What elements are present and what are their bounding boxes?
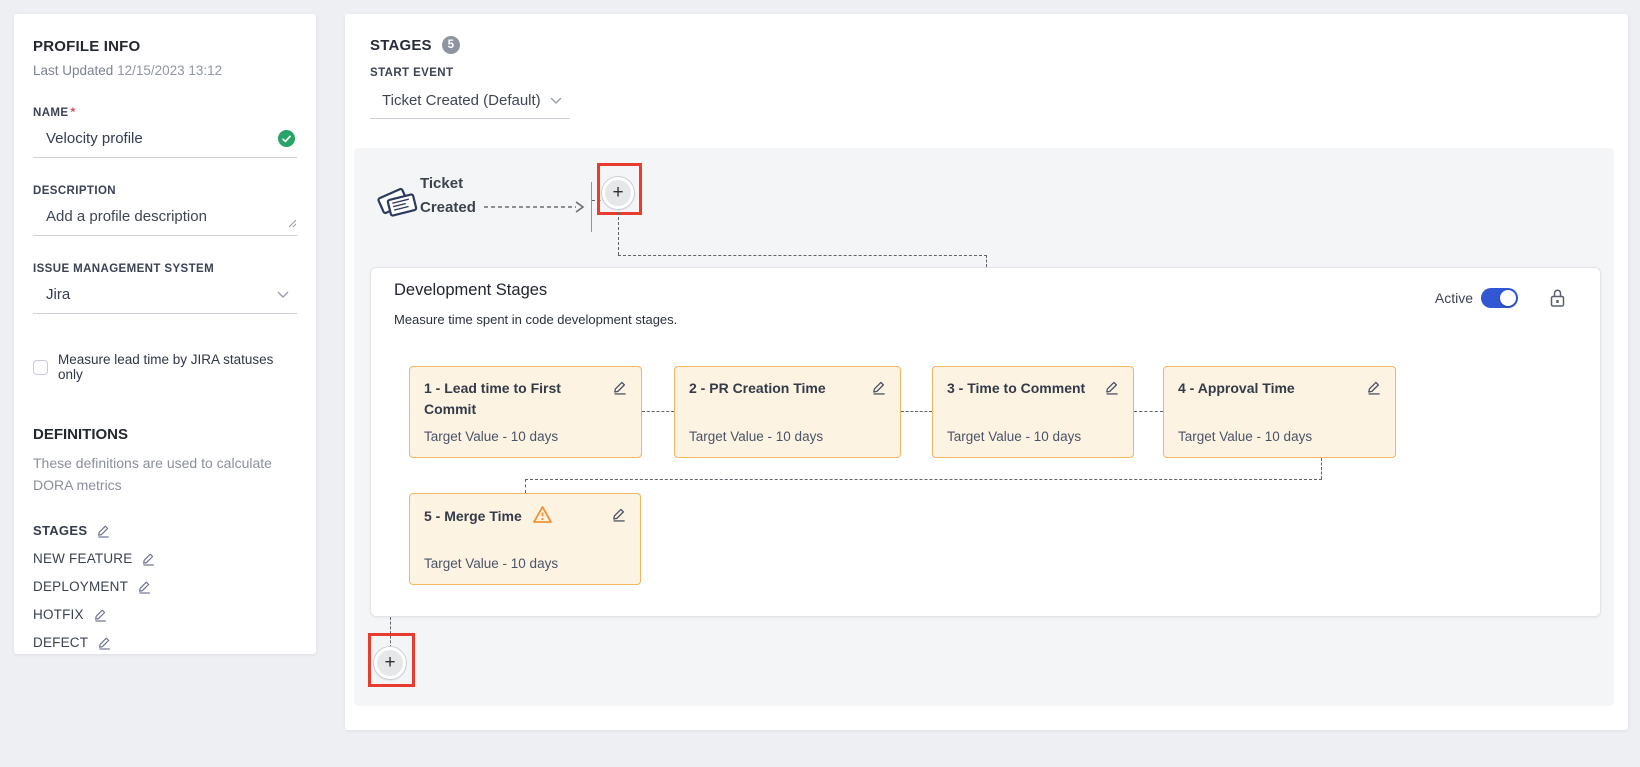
toggle-knob [1500,290,1516,306]
connector [525,479,1322,480]
start-event-value: Ticket Created (Default) [382,92,541,109]
definition-item: DEPLOYMENT [33,579,297,594]
warning-icon [532,511,553,527]
lock-icon[interactable] [1549,288,1566,308]
connector [390,617,391,648]
definition-item-label: DEFECT [33,635,88,650]
stage-name: 1 - Lead time to First Commit [424,380,561,417]
definition-item: HOTFIX [33,607,297,622]
edit-new-feature-button[interactable] [141,551,156,566]
stage-card[interactable]: 3 - Time to Comment Target Value - 10 da… [932,366,1134,458]
start-event-label: START EVENT [370,67,570,79]
dev-card-subtitle: Measure time spent in code development s… [394,312,677,327]
edit-hotfix-button[interactable] [93,607,108,622]
definition-item: NEW FEATURE [33,551,297,566]
description-label: DESCRIPTION [33,185,297,197]
chevron-down-icon [550,92,562,109]
definition-item: DEFECT [33,635,297,650]
active-toggle[interactable] [1481,288,1518,308]
definitions-subtitle: These definitions are used to calculate … [33,452,285,496]
last-updated: Last Updated 12/15/2023 13:12 [33,63,297,78]
tickets-icon [377,180,419,231]
definition-item-label: DEPLOYMENT [33,579,128,594]
start-event-select[interactable]: Ticket Created (Default) [370,86,570,119]
start-node-label: Ticket Created [420,172,476,220]
flow-arrow-icon [484,201,586,213]
connector [525,479,526,493]
flow-divider-line [591,182,592,232]
add-stage-button-bottom[interactable]: + [374,647,406,679]
lead-time-checkbox-row: Measure lead time by JIRA statuses only [33,352,297,382]
active-label: Active [1435,290,1473,306]
required-asterisk: * [70,105,75,119]
definitions-stages-row: STAGES [33,523,297,538]
connector [901,411,932,412]
stage-target: Target Value - 10 days [1178,429,1382,444]
stage-name: 5 - Merge Time [424,508,522,524]
edit-stage-button[interactable] [1366,379,1382,398]
dev-card-title: Development Stages [394,281,677,300]
stages-header: STAGES 5 START EVENT Ticket Created (Def… [370,36,570,119]
stage-target: Target Value - 10 days [424,556,627,571]
name-field [33,121,297,158]
last-updated-value: 12/15/2023 13:12 [117,63,222,78]
stage-name: 4 - Approval Time [1178,380,1295,396]
edit-stages-button[interactable] [96,523,111,538]
stage-card[interactable]: 2 - PR Creation Time Target Value - 10 d… [674,366,901,458]
profile-info-panel: PROFILE INFO Last Updated 12/15/2023 13:… [14,14,316,654]
connector [1321,458,1322,479]
edit-stage-button[interactable] [1104,379,1120,398]
connector [1134,411,1163,412]
ims-label: ISSUE MANAGEMENT SYSTEM [33,263,297,275]
development-stages-card: Development Stages Measure time spent in… [370,267,1601,617]
definition-item-label: NEW FEATURE [33,551,132,566]
connector [986,255,987,267]
chevron-down-icon [277,286,289,303]
profile-info-title: PROFILE INFO [33,38,297,55]
stage-name: 3 - Time to Comment [947,380,1085,396]
lead-time-checkbox[interactable] [33,360,48,375]
resize-grip-icon[interactable] [288,215,297,233]
name-label: NAME* [33,105,297,119]
stages-title: STAGES [370,37,432,54]
stage-name: 2 - PR Creation Time [689,380,826,396]
name-input[interactable] [46,130,278,147]
lead-time-checkbox-label: Measure lead time by JIRA statuses only [58,352,297,382]
edit-stage-button[interactable] [611,506,627,525]
definitions-title: DEFINITIONS [33,426,297,443]
valid-check-icon [278,130,295,147]
connector [618,255,987,256]
add-stage-button-top[interactable]: + [602,177,634,209]
edit-stage-button[interactable] [612,379,628,398]
ims-select[interactable]: Jira [33,277,297,314]
connector [642,411,674,412]
stage-card[interactable]: 4 - Approval Time Target Value - 10 days [1163,366,1396,458]
edit-defect-button[interactable] [97,635,112,650]
stage-target: Target Value - 10 days [947,429,1120,444]
stage-target: Target Value - 10 days [424,429,628,444]
definition-item-label: HOTFIX [33,607,84,622]
stage-target: Target Value - 10 days [689,429,887,444]
description-input[interactable] [46,208,295,225]
last-updated-label: Last Updated [33,63,113,78]
ims-selected-value: Jira [46,286,70,303]
stages-count-badge: 5 [442,36,460,54]
connector [618,212,619,255]
stage-card[interactable]: 5 - Merge Time Target Value - 10 days [409,493,641,585]
definitions-stages-label: STAGES [33,523,87,538]
edit-stage-button[interactable] [871,379,887,398]
stages-panel: STAGES 5 START EVENT Ticket Created (Def… [345,14,1628,730]
dev-card-heading: Development Stages Measure time spent in… [394,281,677,327]
stage-flow-canvas: Ticket Created + Development Stages Meas… [354,148,1614,706]
description-field [33,199,297,236]
edit-deployment-button[interactable] [137,579,152,594]
stage-card[interactable]: 1 - Lead time to First Commit Target Val… [409,366,642,458]
